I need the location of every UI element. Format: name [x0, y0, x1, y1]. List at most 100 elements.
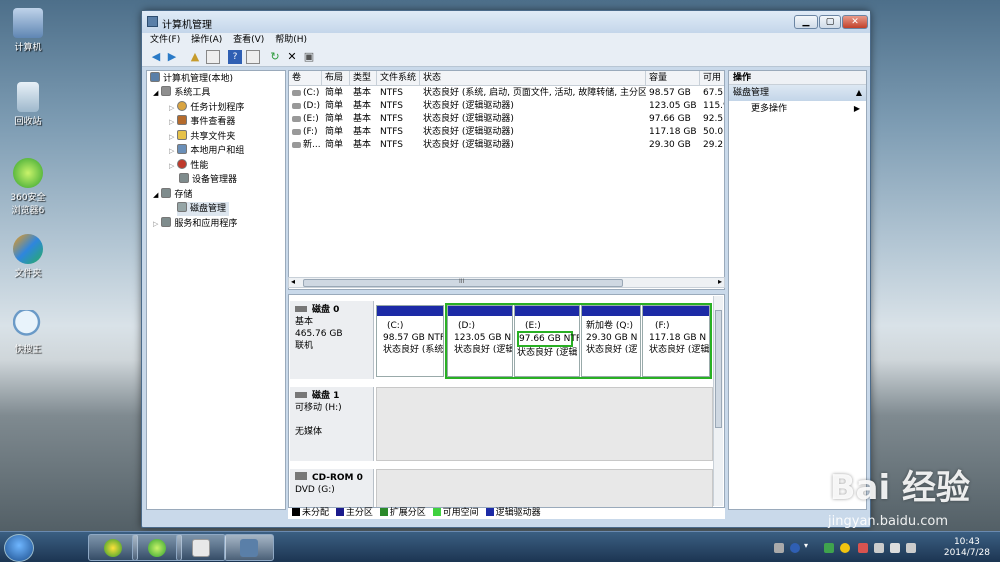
menu-action[interactable]: 操作(A) [191, 33, 222, 47]
disk-status: 联机 [295, 341, 314, 351]
title-bar[interactable]: 计算机管理 ▁ ▢ ✕ [142, 11, 870, 33]
tree-item-shared-folders[interactable]: ▷ 共享文件夹 [169, 130, 235, 144]
tree-item-computer-management[interactable]: 计算机管理(本地) [150, 72, 233, 86]
start-button[interactable] [4, 534, 34, 562]
keyboard-icon[interactable] [774, 543, 784, 553]
partition-e[interactable]: (E:) 97.66 GB NTFS 状态良好 (逻辑 [514, 305, 580, 377]
expand-arrow-icon[interactable]: ▷ [169, 133, 174, 141]
tree-item-task-scheduler[interactable]: ▷ 任务计划程序 [169, 101, 244, 115]
network-warning-icon[interactable] [858, 543, 868, 553]
partition-c[interactable]: (C:) 98.57 GB NTFS 状态良好 (系统 [376, 305, 444, 377]
volume-name-cell: 新... [303, 140, 321, 150]
taskbar-app-browser[interactable] [132, 534, 182, 561]
column-header-capacity[interactable]: 容量 [646, 71, 700, 86]
scroll-thumb[interactable]: III [303, 278, 623, 287]
tree-item-event-viewer[interactable]: ▷ 事件查看器 [169, 115, 235, 129]
desktop-icon-search[interactable]: 快搜王 [6, 310, 50, 355]
tree-item-performance[interactable]: ▷ 性能 [169, 159, 208, 173]
tree-item-services-apps[interactable]: ▷ 服务和应用程序 [153, 217, 237, 231]
legend-swatch [432, 508, 441, 516]
volume-list-hscrollbar[interactable]: ◂ III ▸ [288, 277, 725, 288]
disk-view-vscrollbar[interactable] [713, 296, 723, 506]
volume-icon[interactable] [906, 543, 916, 553]
expand-arrow-icon[interactable]: ▷ [153, 220, 158, 228]
tree-item-system-tools[interactable]: ◢ 系统工具 [153, 86, 210, 100]
table-cell: 92.5 [703, 114, 724, 124]
properties-icon[interactable] [246, 50, 260, 64]
360-icon[interactable] [840, 543, 850, 553]
column-header-status[interactable]: 状态 [420, 71, 646, 86]
delete-icon[interactable]: ✕ [285, 50, 299, 64]
desktop-icon-folder[interactable]: 文件夹 [6, 234, 50, 279]
partition-f[interactable]: (F:) 117.18 GB N 状态良好 (逻辑 [642, 305, 710, 377]
menu-view[interactable]: 查看(V) [233, 33, 264, 47]
clock[interactable]: 10:43 2014/7/28 [944, 537, 990, 559]
disk-name: 磁盘 0 [312, 305, 340, 315]
app-icon [147, 16, 158, 27]
shield-icon[interactable] [824, 543, 834, 553]
forward-icon[interactable]: ▶ [165, 50, 179, 64]
column-header-volume[interactable]: 卷 [289, 71, 322, 86]
table-cell: 简单 [325, 114, 344, 124]
refresh-icon[interactable]: ↻ [268, 50, 282, 64]
disk-1-label[interactable]: 磁盘 1 可移动 (H:) 无媒体 [290, 387, 374, 461]
table-row[interactable]: (C:) 简单 基本 NTFS 状态良好 (系统, 启动, 页面文件, 活动, 故障转储… [289, 87, 724, 100]
more-actions[interactable]: 更多操作 ▶ [729, 101, 866, 117]
taskbar-app-360-guard[interactable] [88, 534, 138, 561]
flag-icon[interactable] [874, 543, 884, 553]
partition-d[interactable]: (D:) 123.05 GB N 状态良好 (逻辑 [447, 305, 513, 377]
desktop-icon-computer[interactable]: 计算机 [6, 8, 50, 53]
column-header-filesystem[interactable]: 文件系统 [377, 71, 420, 86]
desktop-icon-360-browser[interactable]: 360安全浏览器6 [6, 158, 50, 216]
scroll-right-icon[interactable]: ▸ [718, 277, 722, 286]
partition-q[interactable]: 新加卷 (Q:) 29.30 GB N 状态良好 (逻 [581, 305, 641, 377]
menu-help[interactable]: 帮助(H) [275, 33, 307, 47]
expand-arrow-icon[interactable]: ▷ [169, 118, 174, 126]
help-icon[interactable] [790, 543, 800, 553]
show-tree-icon[interactable] [206, 50, 220, 64]
table-cell: 50.0 [703, 127, 724, 137]
column-header-free[interactable]: 可用 [700, 71, 724, 86]
table-row[interactable]: (E:) 简单 基本 NTFS 状态良好 (逻辑驱动器) 97.66 GB 92.5 [289, 113, 724, 126]
minimize-button[interactable]: ▁ [794, 15, 818, 29]
table-cell: NTFS [380, 101, 403, 111]
table-row[interactable]: (D:) 简单基本 NTFS 状态良好 (逻辑驱动器) 123.05 GB 115.9 [289, 100, 724, 113]
show-hidden-icons-icon[interactable]: ▾ [804, 541, 814, 551]
watermark-brand: Bai 经验 [829, 468, 970, 508]
scroll-thumb[interactable] [715, 310, 722, 428]
expand-arrow-icon[interactable]: ▷ [169, 147, 174, 155]
tree-item-local-users[interactable]: ▷ 本地用户和组 [169, 144, 244, 158]
taskbar-app-recorder[interactable] [176, 534, 226, 561]
disk-type: DVD (G:) [295, 485, 335, 495]
window-title: 计算机管理 [162, 20, 212, 31]
disk-0-label[interactable]: 磁盘 0 基本 465.76 GB 联机 [290, 301, 374, 379]
collapse-icon[interactable]: ▲ [856, 85, 862, 101]
disk-1-empty-area [376, 387, 713, 461]
tree-item-device-manager[interactable]: 设备管理器 [179, 173, 237, 187]
desktop-icon-label: 文件夹 [14, 269, 42, 279]
expand-arrow-icon[interactable]: ▷ [169, 104, 174, 112]
actions-section-disk-management[interactable]: 磁盘管理 ▲ [729, 85, 866, 101]
scroll-left-icon[interactable]: ◂ [291, 277, 295, 286]
tree-item-storage[interactable]: ◢ 存储 [153, 188, 192, 202]
collapse-arrow-icon[interactable]: ◢ [153, 191, 158, 199]
cdrom-0-label[interactable]: CD-ROM 0 DVD (G:) [290, 469, 374, 507]
table-row[interactable]: (F:) 简单 基本 NTFS 状态良好 (逻辑驱动器) 117.18 GB 50.0 [289, 126, 724, 139]
collapse-arrow-icon[interactable]: ◢ [153, 89, 158, 97]
taskbar-app-computer-management[interactable] [224, 534, 274, 561]
help-icon[interactable]: ? [228, 50, 242, 64]
menu-file[interactable]: 文件(F) [150, 33, 180, 47]
desktop-icon-recycle-bin[interactable]: 回收站 [6, 82, 50, 127]
export-icon[interactable]: ▣ [302, 50, 316, 64]
column-header-type[interactable]: 类型 [350, 71, 377, 86]
expand-arrow-icon[interactable]: ▷ [169, 162, 174, 170]
signal-icon[interactable] [890, 543, 900, 553]
column-header-layout[interactable]: 布局 [322, 71, 350, 86]
table-cell: 123.05 GB [649, 101, 697, 111]
up-folder-icon[interactable]: ▲ [188, 50, 202, 64]
close-button[interactable]: ✕ [842, 15, 868, 29]
tree-item-disk-management[interactable]: 磁盘管理 [177, 202, 230, 216]
maximize-button[interactable]: ▢ [819, 15, 841, 29]
table-row[interactable]: 新... 简单 基本 NTFS 状态良好 (逻辑驱动器) 29.30 GB 29.2 [289, 139, 724, 152]
back-icon[interactable]: ◀ [149, 50, 163, 64]
